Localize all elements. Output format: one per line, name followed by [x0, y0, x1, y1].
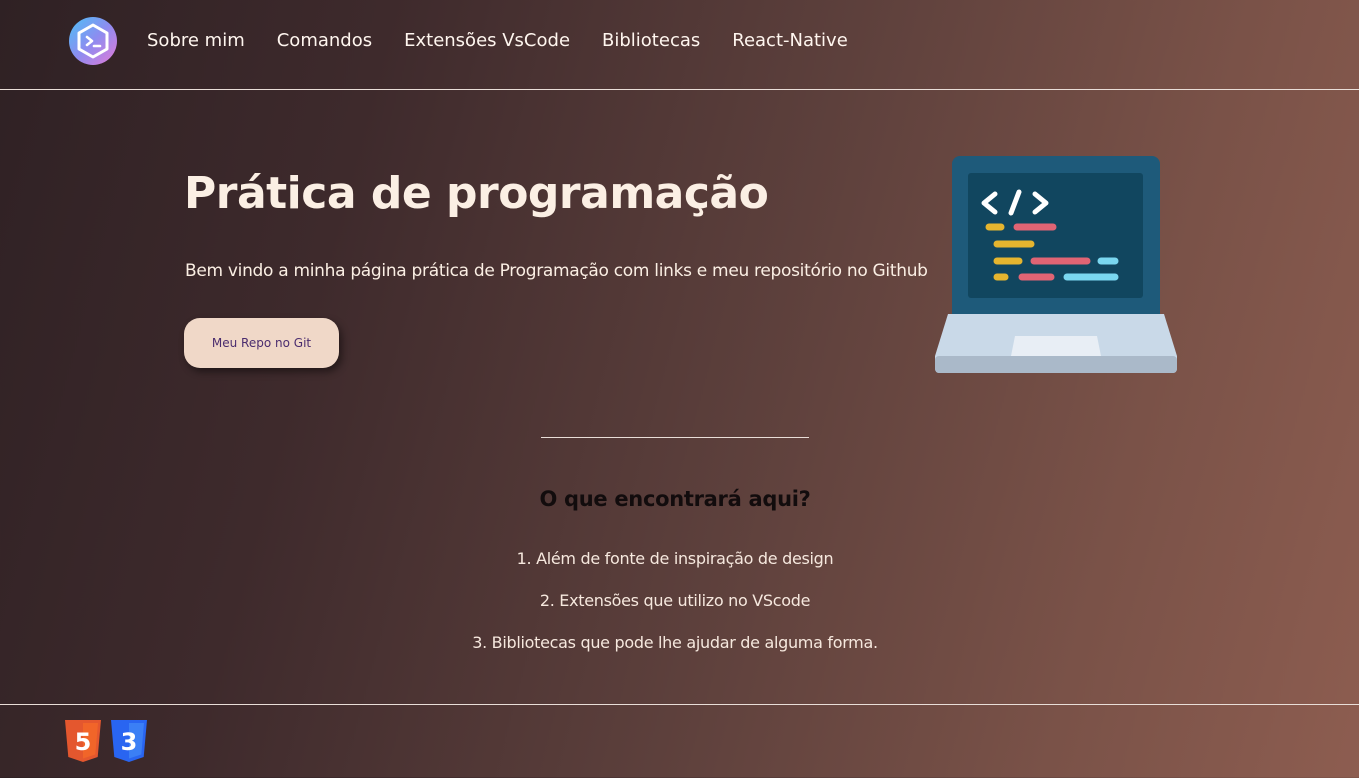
nav-link-sobre-mim[interactable]: Sobre mim	[147, 30, 245, 52]
features-list: 1. Além de fonte de inspiração de design…	[0, 548, 1350, 674]
terminal-prompt-icon[interactable]	[69, 17, 117, 65]
nav-link-react-native[interactable]: React-Native	[732, 30, 848, 52]
section-divider	[541, 437, 809, 438]
footer: 5 3	[0, 704, 1359, 778]
nav-link-extensoes-vscode[interactable]: Extensões VsCode	[404, 30, 570, 52]
laptop-code-icon	[935, 156, 1177, 378]
svg-text:5: 5	[75, 728, 92, 756]
top-navbar: Sobre mim Comandos Extensões VsCode Bibl…	[0, 0, 1359, 90]
list-item: 3. Bibliotecas que pode lhe ajudar de al…	[472, 633, 878, 652]
nav-link-bibliotecas[interactable]: Bibliotecas	[602, 30, 700, 52]
list-item: 1. Além de fonte de inspiração de design	[516, 549, 834, 568]
css3-icon: 3	[111, 720, 147, 766]
html5-icon: 5	[65, 720, 101, 766]
section-title: O que encontrará aqui?	[539, 487, 811, 511]
main-nav: Sobre mim Comandos Extensões VsCode Bibl…	[147, 30, 848, 52]
hero-title: Prática de programação	[184, 168, 769, 219]
hero-subtitle: Bem vindo a minha página prática de Prog…	[185, 261, 928, 281]
list-item: 2. Extensões que utilizo no VScode	[539, 591, 811, 610]
git-repo-button[interactable]: Meu Repo no Git	[184, 318, 339, 368]
nav-link-comandos[interactable]: Comandos	[277, 30, 372, 52]
svg-text:3: 3	[121, 728, 138, 756]
